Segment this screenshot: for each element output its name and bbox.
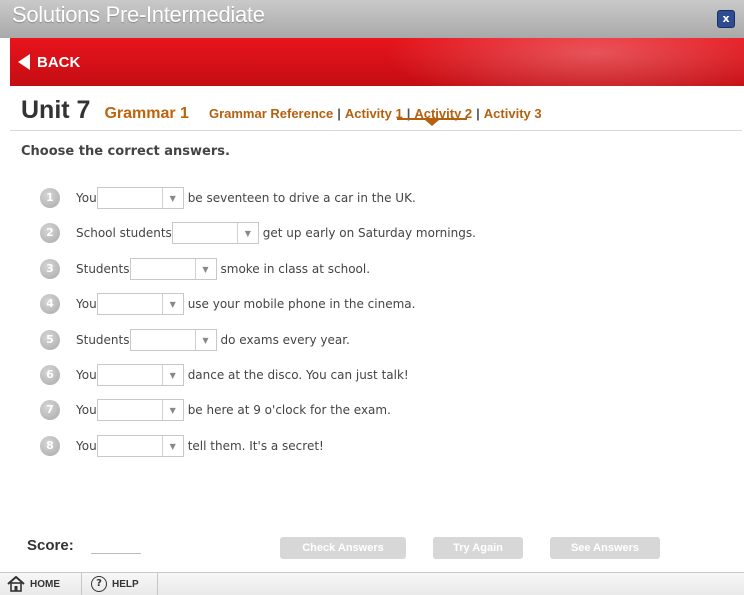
section-title: Grammar 1: [104, 105, 189, 122]
nav-separator: |: [337, 106, 341, 121]
question-number-badge: 6: [40, 365, 60, 385]
home-button[interactable]: HOME: [0, 573, 82, 595]
question-number-badge: 7: [40, 400, 60, 420]
question-text-before: You: [76, 439, 97, 453]
question-item: 6 You ▼ dance at the disco. You can just…: [40, 364, 409, 386]
window-title-bar: Solutions Pre-Intermediate x: [0, 0, 744, 38]
dropdown-arrow-icon: ▼: [161, 436, 183, 456]
instructions: Choose the correct answers.: [21, 144, 230, 159]
question-number-badge: 4: [40, 294, 60, 314]
answer-dropdown[interactable]: ▼: [96, 399, 184, 421]
dropdown-arrow-icon: ▼: [194, 259, 216, 279]
question-number-badge: 8: [40, 436, 60, 456]
header-divider: [10, 130, 742, 131]
unit-title: Unit 7: [21, 96, 91, 124]
link-grammar-reference[interactable]: Grammar Reference: [209, 106, 333, 121]
dropdown-arrow-icon: ▼: [161, 188, 183, 208]
app-title: Solutions Pre-Intermediate: [12, 2, 265, 27]
question-text-after: do exams every year.: [220, 333, 350, 347]
question-text-before: You: [76, 191, 97, 205]
help-icon: ?: [91, 576, 107, 592]
back-label: BACK: [37, 53, 81, 71]
question-number-badge: 1: [40, 188, 60, 208]
help-button[interactable]: ? HELP: [83, 573, 158, 595]
nav-separator: |: [476, 106, 480, 121]
see-answers-button[interactable]: See Answers: [550, 537, 660, 559]
page-heading: Unit 7 Grammar 1 Grammar Reference | Activ…: [21, 96, 542, 126]
question-text-before: School students: [76, 226, 172, 240]
nav-bar-gloss: [384, 38, 744, 86]
question-item: 8 You ▼ tell them. It's a secret!: [40, 435, 324, 457]
close-icon[interactable]: x: [717, 10, 735, 28]
question-number-badge: 3: [40, 259, 60, 279]
question-text-after: be seventeen to drive a car in the UK.: [187, 191, 416, 205]
question-text-after: get up early on Saturday mornings.: [262, 226, 476, 240]
answer-dropdown[interactable]: ▼: [171, 222, 259, 244]
score-label: Score:: [27, 537, 74, 554]
question-text-after: smoke in class at school.: [220, 262, 371, 276]
back-arrow-icon: [18, 54, 30, 70]
dropdown-arrow-icon: ▼: [161, 365, 183, 385]
question-item: 3 Students ▼ smoke in class at school.: [40, 258, 370, 280]
question-item: 1 You ▼ be seventeen to drive a car in t…: [40, 187, 416, 209]
question-item: 5 Students ▼ do exams every year.: [40, 329, 350, 351]
home-icon: [7, 576, 25, 592]
question-text-after: dance at the disco. You can just talk!: [187, 368, 409, 382]
answer-dropdown[interactable]: ▼: [96, 364, 184, 386]
question-text-before: You: [76, 297, 97, 311]
activity-nav: Grammar Reference | Activity 1 | Activity 2 |…: [209, 106, 542, 121]
nav-bar: BACK: [10, 38, 744, 86]
question-text-after: be here at 9 o'clock for the exam.: [187, 403, 391, 417]
answer-dropdown[interactable]: ▼: [96, 293, 184, 315]
question-text-before: You: [76, 368, 97, 382]
question-text-before: You: [76, 403, 97, 417]
answer-dropdown[interactable]: ▼: [129, 258, 217, 280]
dropdown-arrow-icon: ▼: [194, 330, 216, 350]
answer-dropdown[interactable]: ▼: [129, 329, 217, 351]
answer-dropdown[interactable]: ▼: [96, 435, 184, 457]
question-text-before: Students: [76, 262, 130, 276]
question-text-after: tell them. It's a secret!: [187, 439, 324, 453]
footer-bar: HOME ? HELP: [0, 572, 744, 595]
help-label: HELP: [112, 578, 139, 590]
try-again-button[interactable]: Try Again: [433, 537, 523, 559]
dropdown-arrow-icon: ▼: [161, 294, 183, 314]
question-number-badge: 2: [40, 223, 60, 243]
link-activity-3[interactable]: Activity 3: [484, 106, 542, 121]
question-item: 7 You ▼ be here at 9 o'clock for the exa…: [40, 399, 391, 421]
dropdown-arrow-icon: ▼: [161, 400, 183, 420]
link-activity-1[interactable]: Activity 1: [345, 106, 403, 121]
question-text-after: use your mobile phone in the cinema.: [187, 297, 416, 311]
check-answers-button[interactable]: Check Answers: [280, 537, 406, 559]
back-button[interactable]: BACK: [18, 51, 80, 73]
dropdown-arrow-icon: ▼: [236, 223, 258, 243]
active-tab-caret-icon: [425, 120, 439, 126]
question-item: 2 School students ▼ get up early on Satu…: [40, 222, 476, 244]
answer-dropdown[interactable]: ▼: [96, 187, 184, 209]
question-text-before: Students: [76, 333, 130, 347]
question-number-badge: 5: [40, 330, 60, 350]
home-label: HOME: [30, 578, 60, 590]
question-item: 4 You ▼ use your mobile phone in the cin…: [40, 293, 415, 315]
score-field: [91, 553, 141, 554]
